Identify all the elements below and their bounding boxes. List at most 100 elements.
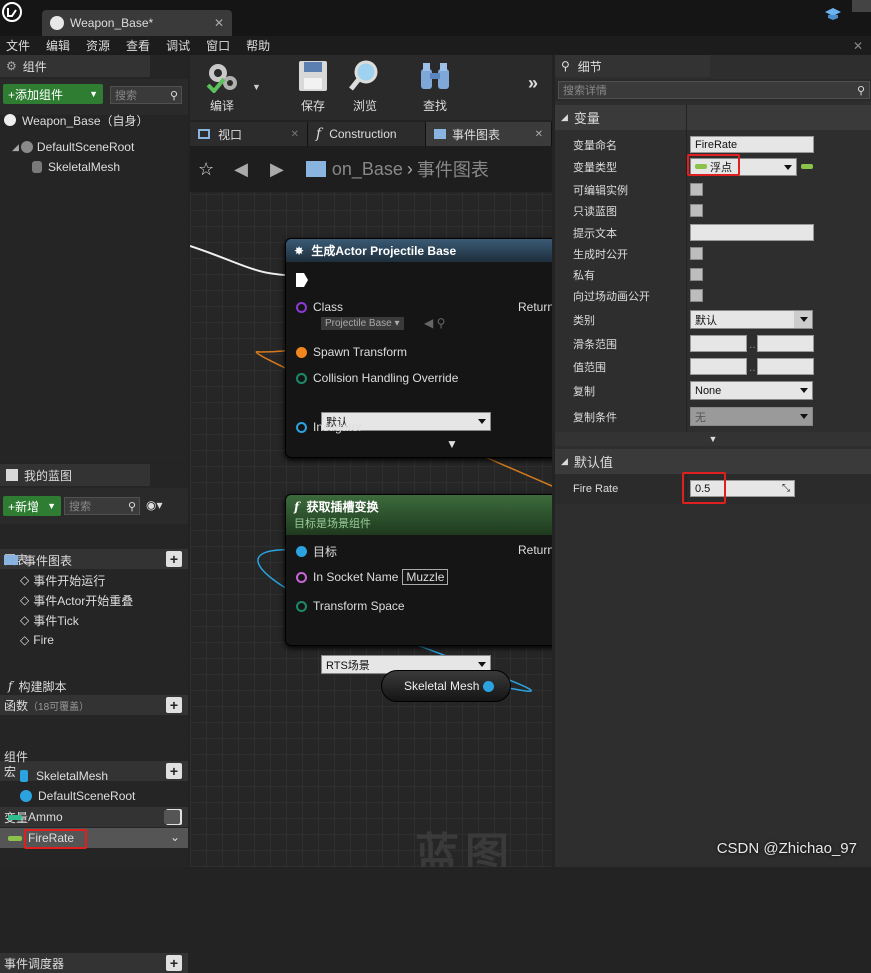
target-pin[interactable]: 目标 bbox=[296, 543, 337, 560]
variable-section-header[interactable]: ◢ 变量 bbox=[555, 105, 871, 130]
menu-item-help[interactable]: 帮助 bbox=[246, 37, 270, 54]
menu-bar: 文件 编辑 资源 查看 调试 窗口 帮助 ✕ bbox=[0, 36, 871, 55]
event-item[interactable]: ◇ 事件开始运行 bbox=[20, 570, 188, 590]
drag-handle-icon[interactable]: ⤡ bbox=[782, 483, 790, 494]
component-tree-item[interactable]: SkeletalMesh bbox=[32, 157, 188, 177]
event-item[interactable]: ◇ 事件Tick bbox=[20, 610, 188, 630]
exec-input-pin[interactable] bbox=[296, 273, 308, 287]
value-max-input[interactable] bbox=[757, 358, 814, 375]
details-panel: ⚲ 细节 搜索详情 ⚲ ◢ 变量 变量命名 FireRate 变量类型 浮点 可… bbox=[555, 55, 871, 867]
use-selected-icon[interactable]: ◀ ⚲ bbox=[424, 316, 445, 330]
category-event-dispatchers[interactable]: 事件调度器 + bbox=[0, 953, 188, 973]
advanced-expand-icon[interactable]: ▼ bbox=[446, 437, 458, 451]
find-label: 查找 bbox=[422, 99, 447, 113]
value-min-input[interactable] bbox=[690, 358, 747, 375]
components-panel-header: ⚙ 组件 bbox=[0, 55, 150, 77]
object-pin-icon[interactable] bbox=[483, 680, 495, 692]
add-component-button[interactable]: +添加组件 ▼ bbox=[3, 84, 103, 104]
instigator-pin[interactable]: Instigator bbox=[296, 420, 362, 434]
find-button[interactable]: 查找 bbox=[407, 59, 463, 114]
class-select[interactable]: Projectile Base ▾ bbox=[321, 317, 404, 330]
my-blueprint-search-input[interactable]: 搜索 ⚲ bbox=[64, 497, 140, 515]
category-functions[interactable]: 函数 （18可覆盖） + bbox=[0, 695, 188, 715]
details-search-input[interactable]: 搜索详情 ⚲ bbox=[558, 81, 870, 99]
spawn-actor-node[interactable]: ✸ 生成Actor Projectile Base Class Projecti… bbox=[285, 238, 552, 458]
component-self-row[interactable]: Weapon_Base（自身） bbox=[4, 110, 188, 130]
component-variable-item[interactable]: SkeletalMesh bbox=[20, 766, 188, 786]
object-pin-icon bbox=[296, 546, 307, 557]
transform-space-pin[interactable]: Transform Space bbox=[296, 599, 405, 613]
browse-button[interactable]: 浏览 bbox=[337, 59, 393, 114]
detail-row-replication-condition: 复制条件 无 bbox=[555, 406, 871, 427]
expose-on-spawn-checkbox[interactable] bbox=[690, 247, 703, 260]
socket-name-pin[interactable]: In Socket Name Muzzle bbox=[296, 569, 449, 585]
close-icon[interactable]: ✕ bbox=[853, 39, 863, 53]
class-pin[interactable]: Class bbox=[296, 300, 343, 314]
menu-item-file[interactable]: 文件 bbox=[6, 37, 30, 54]
details-search-placeholder: 搜索详情 bbox=[563, 85, 607, 97]
tab-event-graph[interactable]: 事件图表 ✕ bbox=[426, 122, 552, 146]
instance-editable-checkbox[interactable] bbox=[690, 183, 703, 196]
container-type-icon[interactable] bbox=[801, 164, 813, 169]
category-select[interactable]: 默认 bbox=[690, 310, 813, 329]
close-icon[interactable]: ✕ bbox=[214, 16, 224, 30]
minimize-button[interactable] bbox=[852, 0, 871, 12]
menu-item-edit[interactable]: 编辑 bbox=[46, 37, 70, 54]
add-dispatcher-button[interactable]: + bbox=[166, 955, 182, 971]
components-subcategory[interactable]: 组件 bbox=[4, 746, 188, 766]
save-button[interactable]: 保存 bbox=[285, 59, 341, 114]
functions-override-note: （18可覆盖） bbox=[28, 701, 90, 713]
components-search-input[interactable]: 搜索 ⚲ bbox=[110, 86, 182, 104]
menu-item-asset[interactable]: 资源 bbox=[86, 37, 110, 54]
variable-name-input[interactable]: FireRate bbox=[690, 136, 814, 153]
expose-to-cinematics-checkbox[interactable] bbox=[690, 289, 703, 302]
slider-min-input[interactable] bbox=[690, 335, 747, 352]
menu-item-debug[interactable]: 调试 bbox=[166, 37, 190, 54]
close-icon[interactable]: ✕ bbox=[535, 129, 543, 140]
transform-pin-icon bbox=[296, 346, 307, 358]
socket-name-input[interactable]: Muzzle bbox=[402, 569, 449, 585]
skeletal-mesh-getter-node[interactable]: Skeletal Mesh bbox=[381, 670, 511, 702]
menu-item-view[interactable]: 查看 bbox=[126, 37, 150, 54]
close-icon[interactable]: ✕ bbox=[291, 129, 299, 140]
advanced-expand-icon[interactable]: ▼ bbox=[555, 432, 871, 446]
blueprint-readonly-checkbox[interactable] bbox=[690, 204, 703, 217]
document-tab[interactable]: Weapon_Base* ✕ bbox=[42, 10, 232, 36]
replication-condition-select[interactable]: 无 bbox=[690, 407, 813, 426]
component-variable-item[interactable]: DefaultSceneRoot bbox=[20, 786, 188, 806]
tab-viewport-label: 视口 bbox=[218, 127, 243, 142]
event-graph-canvas[interactable]: ☆ ◀ ▶ on_Base › 事件图表 ✸ 生成Actor Projectil… bbox=[190, 146, 552, 867]
add-function-button[interactable]: + bbox=[166, 697, 182, 713]
spawn-node-title: 生成Actor Projectile Base bbox=[311, 244, 457, 258]
slider-max-input[interactable] bbox=[757, 335, 814, 352]
add-new-button[interactable]: +新增 ▼ bbox=[3, 496, 61, 516]
get-socket-transform-node[interactable]: f 获取插槽变换 目标是场景组件 目标 Return In Socket Nam… bbox=[285, 494, 552, 674]
private-checkbox[interactable] bbox=[690, 268, 703, 281]
source-control-icon[interactable] bbox=[824, 6, 842, 22]
event-item[interactable]: ◇ Fire bbox=[20, 630, 188, 650]
expand-toolbar-icon[interactable]: » bbox=[528, 73, 538, 94]
spawn-icon: ✸ bbox=[294, 244, 305, 258]
variable-item-ammo[interactable]: Ammo bbox=[8, 807, 188, 827]
spawn-transform-pin[interactable]: Spawn Transform bbox=[296, 345, 407, 359]
tab-viewport[interactable]: 视口 ✕ bbox=[190, 122, 308, 146]
construction-script-item[interactable]: f 构建脚本 bbox=[8, 676, 188, 696]
tooltip-input[interactable] bbox=[690, 224, 814, 241]
compile-button[interactable]: 编译 bbox=[194, 59, 250, 114]
detail-label: 变量命名 bbox=[573, 139, 617, 152]
replication-select[interactable]: None bbox=[690, 381, 813, 400]
visibility-toggle-icon[interactable]: ⌄ bbox=[170, 830, 180, 844]
float-pin-icon bbox=[8, 835, 22, 841]
eye-icon[interactable]: ◉▾ bbox=[146, 498, 163, 512]
collision-pin[interactable]: Collision Handling Override bbox=[296, 371, 458, 385]
component-tree-item[interactable]: ◢ DefaultSceneRoot bbox=[12, 137, 188, 157]
event-item[interactable]: ◇ 事件Actor开始重叠 bbox=[20, 590, 188, 610]
event-graph-item[interactable]: 事件图表 bbox=[4, 550, 188, 570]
visibility-toggle-icon[interactable] bbox=[164, 810, 180, 824]
detail-label: 向过场动画公开 bbox=[573, 290, 650, 303]
chevron-down-icon[interactable]: ▼ bbox=[252, 82, 261, 92]
menu-item-window[interactable]: 窗口 bbox=[206, 37, 230, 54]
tab-construction[interactable]: f Construction bbox=[308, 122, 426, 146]
default-value-section-header[interactable]: ◢ 默认值 bbox=[555, 449, 871, 474]
search-icon: ⚲ bbox=[856, 84, 865, 97]
